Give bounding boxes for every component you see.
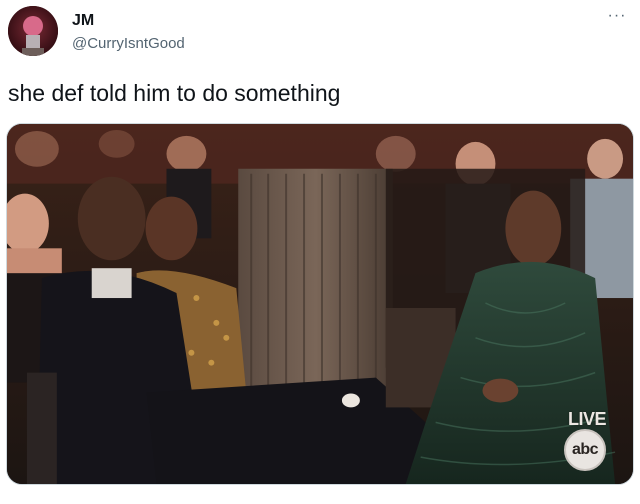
author-display-name[interactable]: JM — [72, 12, 94, 30]
tweet-media[interactable]: LIVE abc — [6, 123, 634, 485]
live-watermark: LIVE — [568, 409, 607, 429]
abc-logo-text: abc — [571, 441, 599, 458]
more-options-button[interactable]: ··· — [604, 8, 630, 28]
author-handle[interactable]: @CurryIsntGood — [72, 35, 185, 52]
tweet: JM @CurryIsntGood ··· she def told him t… — [0, 0, 640, 504]
abc-logo-icon: abc — [564, 429, 606, 471]
tweet-text: she def told him to do something — [8, 80, 341, 106]
more-horizontal-icon: ··· — [607, 7, 627, 24]
avatar[interactable] — [8, 6, 58, 56]
avatar-image — [8, 6, 58, 56]
oscars-audience-photo — [7, 124, 633, 484]
